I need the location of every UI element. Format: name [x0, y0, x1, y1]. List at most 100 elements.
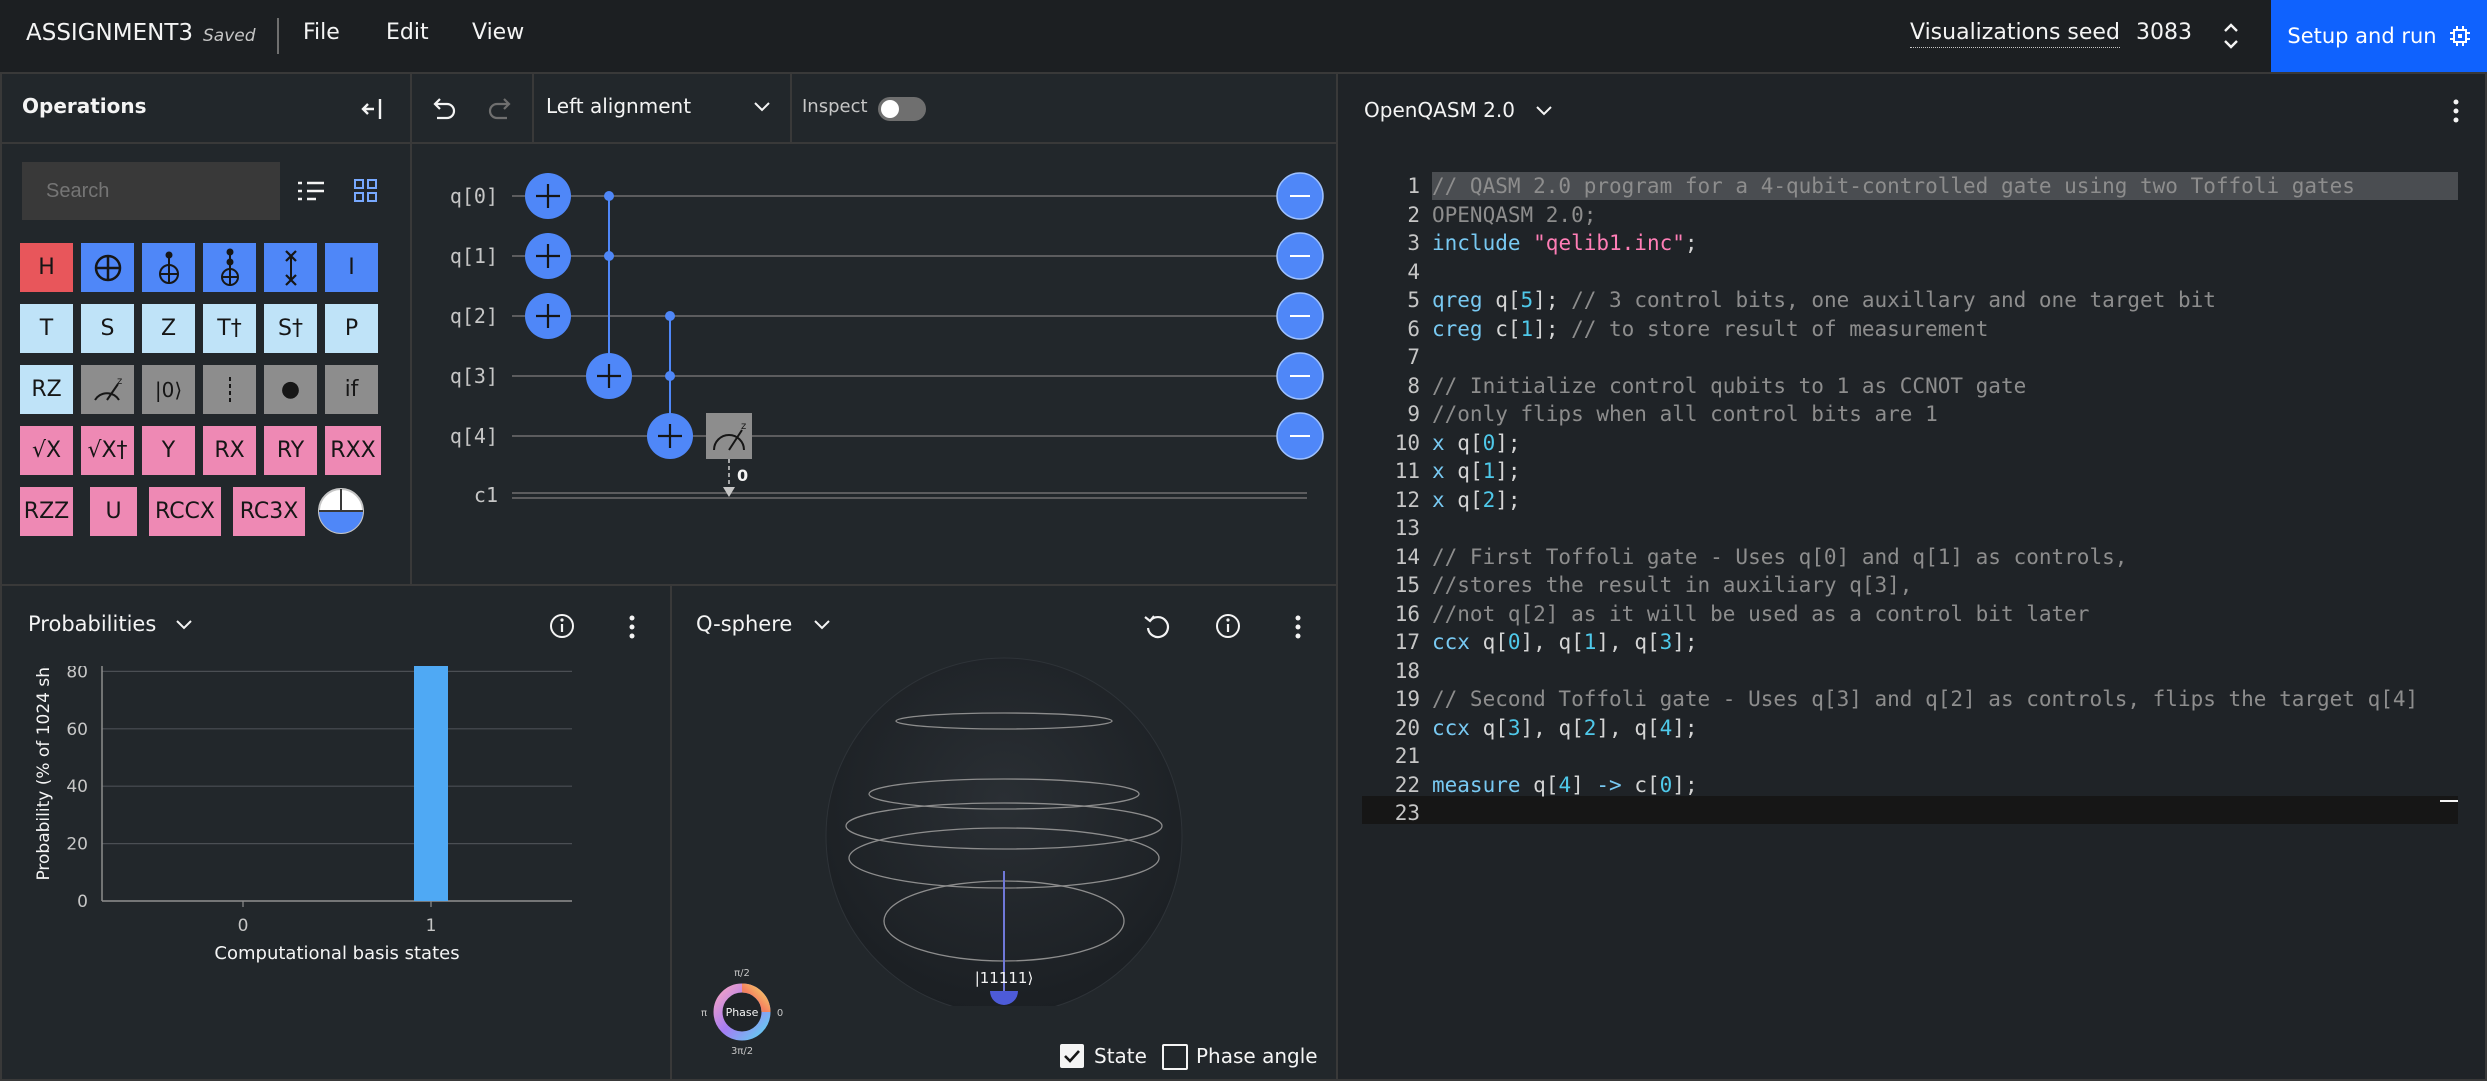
gate-measure[interactable]: z: [81, 365, 134, 414]
code-token: include: [1432, 231, 1534, 255]
gate-t[interactable]: T: [20, 304, 73, 353]
phase-angle-checkbox-label: Phase angle: [1196, 1044, 1318, 1068]
header-divider: [277, 18, 279, 54]
operations-search[interactable]: [22, 162, 280, 220]
chevron-down-icon[interactable]: [1534, 104, 1554, 118]
phase-label: Phase: [726, 1006, 759, 1019]
line-number: 7: [1407, 345, 1420, 369]
overflow-menu-icon[interactable]: [2450, 96, 2462, 126]
code-token: ];: [1533, 288, 1572, 312]
redo-icon[interactable]: [486, 94, 516, 122]
x-gate[interactable]: [525, 233, 571, 279]
scroll-marker: [2440, 800, 2458, 802]
code-token: ];: [1533, 316, 1572, 341]
chevron-down-icon[interactable]: [174, 618, 194, 632]
info-icon[interactable]: [1214, 612, 1242, 640]
search-input[interactable]: [22, 162, 280, 220]
gate-rc3x[interactable]: RC3X: [233, 487, 305, 536]
gate-rz[interactable]: RZ: [20, 365, 73, 414]
menu-file[interactable]: File: [303, 20, 340, 45]
gate-if[interactable]: if: [325, 365, 378, 414]
chevron-down-icon[interactable]: [812, 618, 832, 632]
gate-rx[interactable]: RX: [203, 426, 256, 475]
gate-reset[interactable]: |0⟩: [142, 365, 195, 414]
alignment-value: Left alignment: [546, 94, 692, 118]
stepper-arrows-icon[interactable]: [2219, 18, 2243, 54]
grid-view-icon[interactable]: [352, 177, 380, 205]
overflow-menu-icon[interactable]: [626, 612, 638, 642]
state-checkbox[interactable]: [1060, 1044, 1084, 1068]
x-gate[interactable]: [525, 293, 571, 339]
gate-y[interactable]: Y: [142, 426, 195, 475]
cnot-gate-icon: [158, 251, 179, 284]
setup-and-run-button[interactable]: Setup and run: [2271, 0, 2487, 72]
collapse-panel-icon[interactable]: [360, 96, 386, 122]
code-token: 3: [1507, 715, 1521, 740]
code-token: 4: [1659, 715, 1673, 740]
gate-barrier[interactable]: [203, 365, 256, 414]
saved-status: Saved: [203, 26, 256, 46]
phase-angle-checkbox[interactable]: [1162, 1044, 1188, 1070]
code-token: 0: [1482, 430, 1496, 455]
qubit-end-probe[interactable]: [1276, 292, 1324, 340]
inspect-toggle[interactable]: [878, 97, 926, 121]
gate-sqrt-x[interactable]: √X: [20, 426, 73, 475]
gate-sqrt-x-dg[interactable]: √X†: [81, 426, 134, 475]
seed-value-input[interactable]: 3083: [2136, 20, 2192, 45]
qubit-end-probe[interactable]: [1276, 412, 1324, 460]
barrier-icon: [228, 376, 231, 403]
list-view-icon[interactable]: [296, 177, 326, 205]
gate-h[interactable]: H: [20, 243, 73, 292]
gate-cnot[interactable]: [142, 243, 195, 292]
circuit-canvas[interactable]: q[0] q[1] q[2] q[3] q[4] c1 z 0: [412, 142, 1336, 584]
gate-toffoli[interactable]: [203, 243, 256, 292]
qubit-end-probe[interactable]: [1276, 232, 1324, 280]
gate-phase[interactable]: P: [325, 304, 378, 353]
y-tick-label: 60: [66, 720, 88, 740]
probabilities-title[interactable]: Probabilities: [28, 612, 156, 636]
gate-control[interactable]: ●: [264, 365, 317, 414]
alignment-dropdown[interactable]: Left alignment: [534, 74, 790, 140]
undo-icon[interactable]: [428, 94, 458, 122]
qsphere-canvas[interactable]: |11111⟩: [672, 646, 1336, 1006]
custom-gate-icon[interactable]: [316, 486, 366, 536]
gate-identity[interactable]: I: [325, 243, 378, 292]
qubit-end-probe[interactable]: [1276, 172, 1324, 220]
project-title[interactable]: ASSIGNMENT3: [26, 20, 193, 46]
code-token: ;: [1684, 231, 1698, 255]
menu-edit[interactable]: Edit: [386, 20, 429, 45]
line-number: 6: [1407, 316, 1420, 341]
gate-tdg[interactable]: T†: [203, 304, 256, 353]
gate-sdg[interactable]: S†: [264, 304, 317, 353]
gate-rxx[interactable]: RXX: [325, 426, 381, 475]
ccx-gate-1[interactable]: [586, 191, 632, 399]
code-language[interactable]: OpenQASM 2.0: [1364, 98, 1515, 122]
y-tick-label: 20: [66, 835, 88, 855]
gate-not[interactable]: [81, 243, 134, 292]
visualizations-seed-label[interactable]: Visualizations seed: [1910, 20, 2120, 48]
bar[interactable]: [414, 666, 448, 901]
code-token: "qelib1.inc": [1533, 231, 1685, 255]
code-text: creg c[1]; // to store result of measure…: [1432, 315, 1988, 343]
reset-view-icon[interactable]: [1142, 612, 1172, 642]
gate-rzz[interactable]: RZZ: [20, 487, 73, 536]
gate-u[interactable]: U: [90, 487, 137, 536]
code-token: 2: [1482, 487, 1496, 512]
gate-rccx[interactable]: RCCX: [149, 487, 221, 536]
info-icon[interactable]: [548, 612, 576, 640]
line-number: 2: [1407, 202, 1420, 227]
seed-stepper[interactable]: [2219, 18, 2243, 54]
qubit-end-probe[interactable]: [1276, 352, 1324, 400]
x-axis-label: Computational basis states: [214, 943, 459, 964]
menu-view[interactable]: View: [472, 20, 524, 45]
gate-ry[interactable]: RY: [264, 426, 317, 475]
overflow-menu-icon[interactable]: [1292, 612, 1304, 642]
qsphere-title[interactable]: Q-sphere: [696, 612, 792, 636]
gate-s[interactable]: S: [81, 304, 134, 353]
code-token: ];: [1495, 430, 1521, 455]
code-token: // 3 control bits, one auxillary and one…: [1571, 288, 2216, 312]
x-gate[interactable]: [525, 173, 571, 219]
gate-swap[interactable]: [264, 243, 317, 292]
ccx-gate-2[interactable]: [647, 311, 693, 459]
gate-z[interactable]: Z: [142, 304, 195, 353]
